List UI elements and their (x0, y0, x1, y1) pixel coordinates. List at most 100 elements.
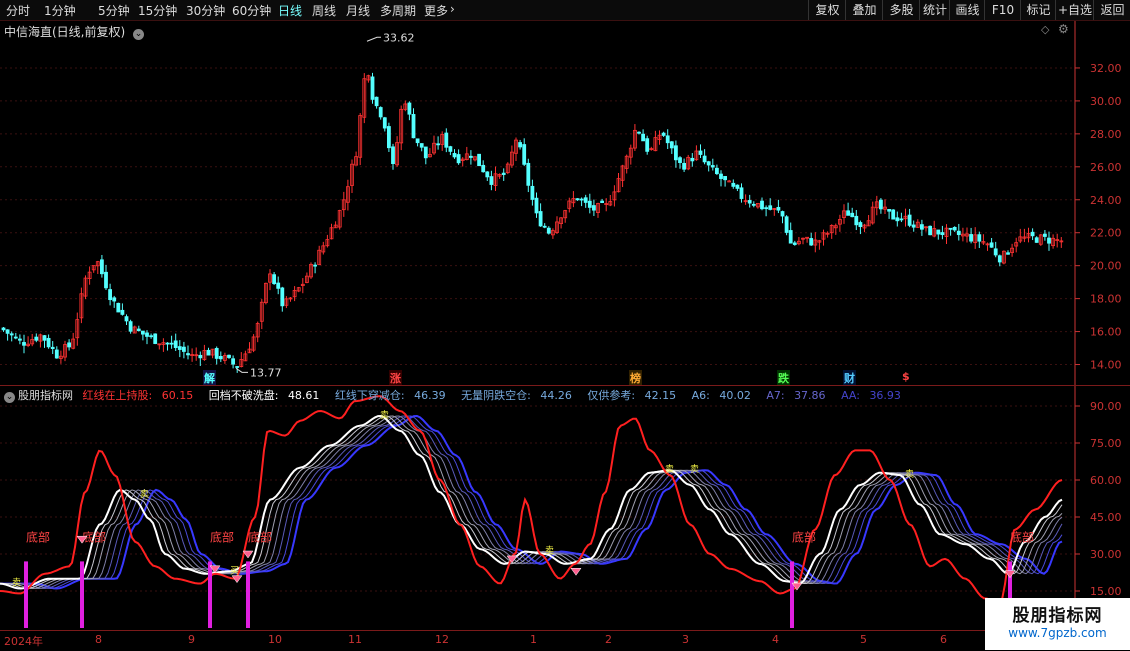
chevron-right-icon[interactable]: › (450, 2, 455, 16)
candle-body (669, 141, 674, 149)
candle-body (54, 349, 59, 359)
chevron-down-icon[interactable]: ⌄ (133, 29, 145, 40)
add-watchlist-button[interactable]: +自选 (1055, 0, 1094, 20)
candle-body (169, 342, 174, 345)
candle-body (391, 146, 395, 165)
candle-body (764, 207, 768, 210)
candle-body (674, 145, 678, 161)
time-label: 2024年 (4, 635, 43, 648)
stats-button[interactable]: 统计 (919, 0, 950, 20)
legend-item-3: 无量阴跌空仓: 44.26 (461, 389, 572, 402)
candle-body (809, 238, 814, 246)
period-tab-fenshi[interactable]: 分时 (6, 2, 30, 19)
period-tab-5min[interactable]: 5分钟 (98, 2, 130, 19)
candle-body (67, 342, 71, 348)
indicator-chart[interactable]: 90.0075.0060.0045.0030.0015.00底部 底部 底部 底部 底部… (0, 386, 1130, 630)
draw-line-button[interactable]: 画线 (949, 0, 985, 20)
period-tab-daily[interactable]: 日线 (278, 2, 302, 19)
bottom-signal-label: 底部 (792, 530, 816, 545)
candle-body (100, 259, 104, 275)
candle-body (407, 102, 412, 115)
period-tab-15min[interactable]: 15分钟 (138, 2, 177, 19)
candle-body (956, 230, 961, 236)
high-marker (366, 36, 381, 42)
candle-body (378, 107, 383, 118)
candle-body (1043, 233, 1047, 237)
candle-body (456, 154, 461, 164)
candle-body (370, 76, 375, 100)
event-jie[interactable]: 解 (203, 370, 216, 386)
candle-body (124, 316, 129, 322)
period-tab-weekly[interactable]: 周线 (312, 2, 336, 19)
candle-body (768, 205, 773, 210)
candle-body (276, 282, 281, 289)
candle-body (214, 347, 219, 359)
candle-body (518, 142, 522, 148)
bottom-signal-bar (80, 561, 84, 628)
candle-body (120, 309, 125, 315)
candle-body (702, 155, 707, 163)
candle-body (936, 229, 941, 235)
chevron-down-icon[interactable]: ⌄ (4, 392, 15, 403)
indicator-tick-label: 60.00 (1090, 474, 1122, 487)
candle-body (423, 146, 428, 159)
candle-body (104, 271, 108, 289)
candle-body (661, 132, 666, 136)
period-tab-30min[interactable]: 30分钟 (186, 2, 225, 19)
candle-body (727, 180, 732, 183)
overlay-button[interactable]: 叠加 (845, 0, 883, 20)
bottom-signal-label: 底部 (1010, 530, 1034, 545)
signal-label: 卖 (545, 546, 554, 557)
f10-button[interactable]: F10 (984, 0, 1021, 20)
candle-body (850, 212, 855, 218)
chart-title: 中信海直(日线,前复权) ⌄ (4, 23, 145, 40)
candle-body (747, 200, 752, 204)
signal-label: 卖 (905, 469, 914, 480)
event-die[interactable]: 跌 (777, 370, 790, 386)
period-tab-monthly[interactable]: 月线 (346, 2, 370, 19)
price-tick-label: 30.00 (1090, 95, 1122, 108)
candle-body (280, 287, 285, 307)
period-tab-1min[interactable]: 1分钟 (44, 2, 76, 19)
candle-body (698, 150, 703, 155)
candle-body (227, 354, 231, 358)
signal-label: 卖 (12, 578, 21, 589)
gear-icon[interactable]: ⚙ (1058, 22, 1069, 36)
candle-body (145, 332, 149, 337)
candle-body (587, 200, 592, 208)
candle-body (895, 217, 900, 222)
candle-body (173, 340, 178, 348)
candle-body (140, 330, 145, 335)
diamond-signal-icon (570, 568, 582, 576)
event-cai[interactable]: 财 (843, 370, 856, 386)
price-chart[interactable]: 32.00 30.00 28.00 26.00 24.00 22.00 20.00 18.00… (0, 21, 1130, 386)
indicator-name[interactable]: 股朋指标网 (18, 389, 73, 402)
candle-body (911, 224, 916, 228)
candle-body (854, 215, 859, 226)
indicator-tick-label: 30.00 (1090, 548, 1122, 561)
time-label: 8 (95, 633, 102, 646)
candle-body (452, 153, 457, 158)
diamond-icon[interactable]: ◇ (1041, 23, 1049, 36)
period-tab-more[interactable]: 更多 (424, 2, 448, 19)
event-bang[interactable]: 榜 (629, 370, 642, 386)
candle-body (879, 199, 883, 210)
event-dollar[interactable]: $ (901, 370, 911, 383)
back-button[interactable]: 返回 (1093, 0, 1130, 20)
candle-body (788, 230, 793, 244)
candle-body (50, 346, 55, 350)
candle-body (739, 187, 744, 199)
period-tab-60min[interactable]: 60分钟 (232, 2, 271, 19)
time-label: 5 (860, 633, 867, 646)
fuquan-button[interactable]: 复权 (808, 0, 846, 20)
candle-body (928, 225, 932, 236)
event-zhang[interactable]: 涨 (389, 370, 402, 386)
candle-body (575, 198, 580, 201)
multi-stock-button[interactable]: 多股 (882, 0, 920, 20)
mark-button[interactable]: 标记 (1020, 0, 1056, 20)
candle-body (468, 155, 473, 158)
period-tab-multi[interactable]: 多周期 (380, 2, 416, 19)
toolbar: 分时 1分钟 5分钟 15分钟 30分钟 60分钟 日线 周线 月线 多周期 更… (0, 0, 1130, 21)
time-label: 9 (188, 633, 195, 646)
low-marker (235, 367, 248, 373)
